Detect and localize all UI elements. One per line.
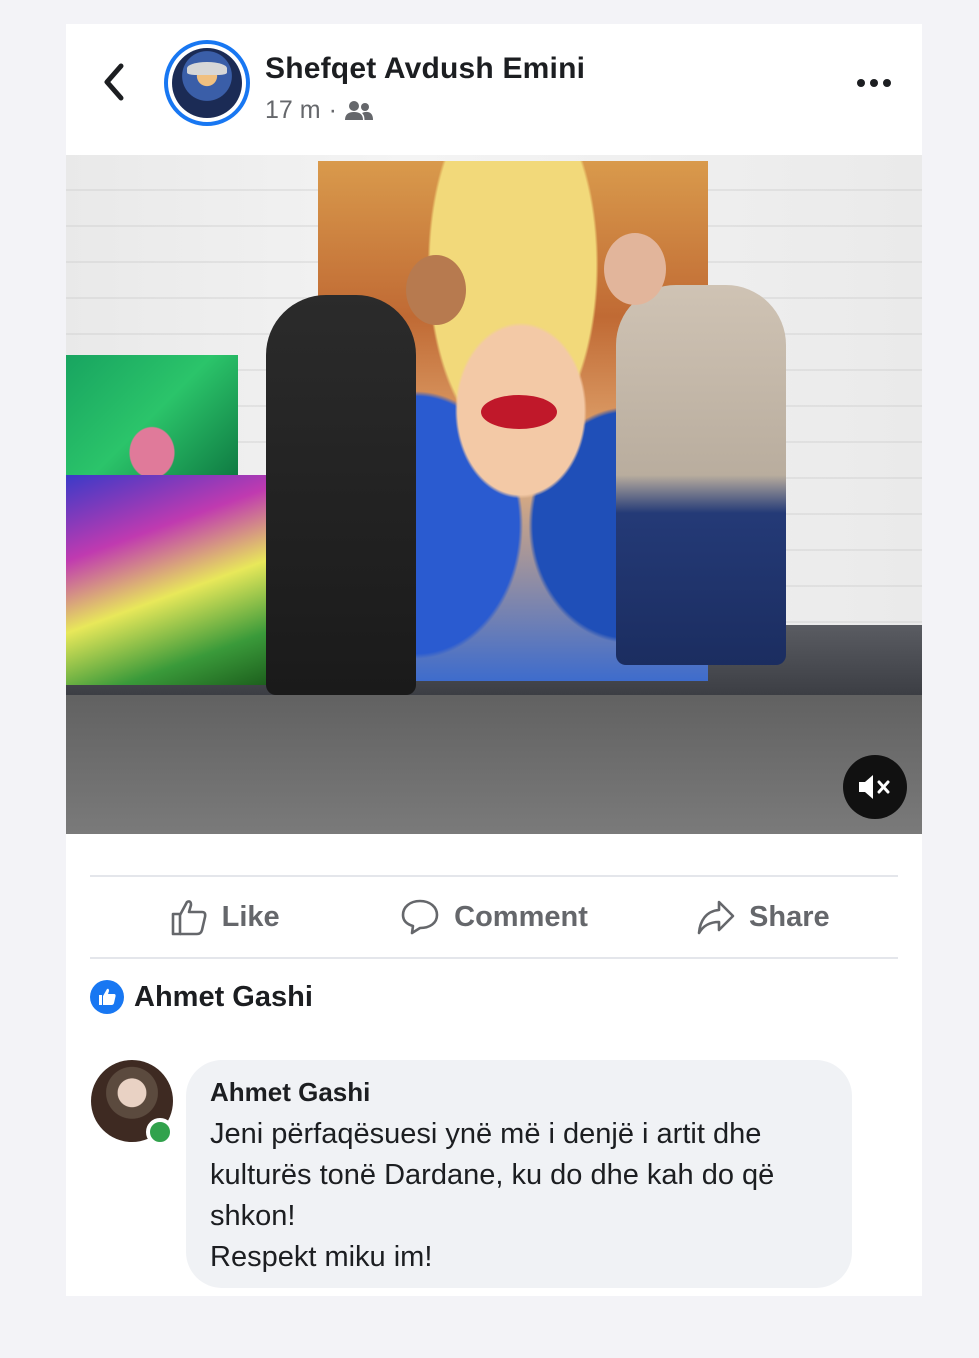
- mute-toggle-button[interactable]: [843, 755, 907, 819]
- comment-bubble[interactable]: Ahmet Gashi Jeni përfaqësuesi ynë më i d…: [186, 1060, 852, 1288]
- comment-label: Comment: [454, 900, 588, 933]
- more-options-button[interactable]: [844, 68, 904, 98]
- share-arrow-icon: [697, 900, 735, 935]
- painting-small-top: [66, 355, 238, 477]
- comment-button[interactable]: Comment: [359, 877, 628, 957]
- reactions-summary[interactable]: Ahmet Gashi: [90, 980, 313, 1014]
- back-chevron-icon: [104, 63, 124, 101]
- like-reaction-icon: [90, 980, 124, 1014]
- video-player[interactable]: [66, 155, 922, 834]
- post-meta: 17 m ·: [265, 96, 373, 125]
- more-dot: [870, 79, 878, 87]
- comment-author[interactable]: Ahmet Gashi: [210, 1076, 828, 1108]
- author-name[interactable]: Shefqet Avdush Emini: [265, 52, 585, 86]
- author-avatar-image: [172, 48, 242, 118]
- online-status-indicator: [146, 1118, 174, 1146]
- more-horizontal-icon: [857, 79, 865, 87]
- post-time[interactable]: 17 m: [265, 96, 321, 125]
- post-actions: Like Comment Share: [90, 875, 898, 959]
- like-label: Like: [221, 900, 280, 933]
- volume-muted-icon: [859, 775, 890, 799]
- painting-lips: [481, 395, 557, 429]
- friends-icon: [344, 100, 373, 120]
- share-button[interactable]: Share: [629, 877, 898, 957]
- back-button[interactable]: [96, 60, 132, 104]
- meta-separator: ·: [328, 96, 337, 124]
- thumbs-up-icon: [171, 900, 207, 936]
- author-avatar[interactable]: [164, 40, 250, 126]
- person-right-head: [604, 233, 666, 305]
- comment-icon: [401, 899, 439, 935]
- like-button[interactable]: Like: [90, 877, 359, 957]
- more-dot: [883, 79, 891, 87]
- comment-text: Jeni përfaqësuesi ynë më i denjë i artit…: [210, 1118, 775, 1273]
- post-card: Shefqet Avdush Emini 17 m · Like Comment…: [66, 24, 922, 1296]
- person-right: [616, 285, 786, 665]
- person-left-head: [406, 255, 466, 325]
- reactor-name: Ahmet Gashi: [134, 980, 313, 1013]
- share-label: Share: [749, 900, 830, 933]
- person-left: [266, 295, 416, 695]
- thumbs-up-filled-icon: [99, 988, 116, 1005]
- painting-small-bottom: [66, 475, 280, 685]
- video-frame: [66, 155, 922, 695]
